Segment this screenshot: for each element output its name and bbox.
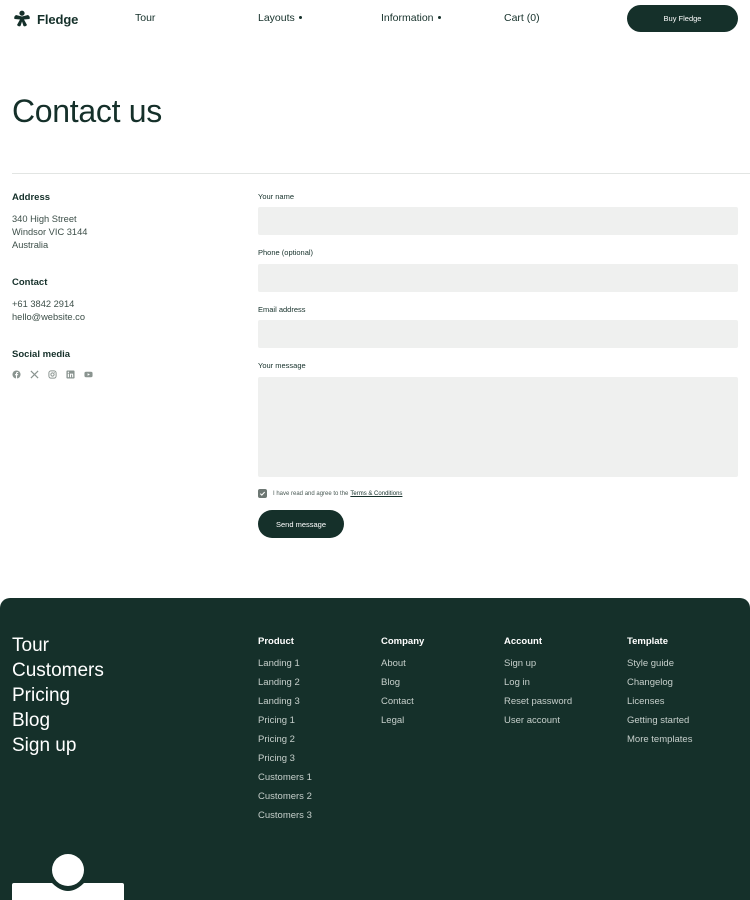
dropdown-dot-icon (437, 15, 441, 19)
footer-link[interactable]: Reset password (504, 692, 572, 711)
footer-link-tour[interactable]: Tour (12, 633, 104, 658)
footer-column-heading: Product (258, 636, 294, 647)
check-icon (259, 491, 266, 496)
message-textarea[interactable] (258, 377, 738, 477)
fledge-logo-icon (12, 9, 32, 29)
send-message-button[interactable]: Send message (258, 510, 344, 538)
buy-fledge-button[interactable]: Buy Fledge (627, 5, 738, 32)
nav-tour-label: Tour (135, 12, 156, 24)
send-message-label: Send message (275, 519, 327, 529)
agree-label: I have read and agree to the (273, 490, 349, 497)
fledge-large-logo-icon (12, 854, 124, 900)
social-links (12, 370, 93, 379)
footer-link[interactable]: Log in (504, 673, 572, 692)
email-label: Email address (258, 305, 306, 314)
x-icon[interactable] (30, 370, 39, 379)
message-label: Your message (258, 361, 306, 370)
address-line: 340 High Street (12, 214, 77, 224)
dropdown-dot-icon (298, 15, 302, 19)
nav-cart-label: Cart (0) (504, 12, 540, 24)
footer-link[interactable]: Style guide (627, 654, 692, 673)
address-line: Australia (12, 240, 49, 250)
name-label: Your name (258, 192, 294, 201)
facebook-icon[interactable] (12, 370, 21, 379)
social-heading: Social media (12, 349, 71, 360)
footer-link[interactable]: More templates (627, 730, 692, 749)
contact-text: +61 3842 2914 hello@website.co (12, 298, 85, 324)
phone-label: Phone (optional) (258, 248, 314, 257)
email-input[interactable] (258, 320, 738, 348)
agree-text: I have read and agree to the Terms & Cond… (273, 491, 402, 497)
footer-link[interactable]: User account (504, 711, 572, 730)
footer-link[interactable]: About (381, 654, 424, 673)
footer-link[interactable]: Landing 3 (258, 692, 312, 711)
footer-link[interactable]: Customers 3 (258, 806, 312, 825)
site-header: Fledge Tour Layouts Information Cart (0)… (0, 0, 750, 38)
page-title: Contact us (12, 93, 162, 129)
footer-column-heading: Company (381, 636, 425, 647)
name-input[interactable] (258, 207, 738, 235)
phone-input[interactable] (258, 264, 738, 292)
nav-information-label: Information (381, 12, 434, 24)
nav-information[interactable]: Information (381, 12, 441, 24)
footer-primary-links: Tour Customers Pricing Blog Sign up (12, 633, 104, 758)
footer-link[interactable]: Customers 2 (258, 787, 312, 806)
footer-link[interactable]: Pricing 1 (258, 711, 312, 730)
footer-link-customers[interactable]: Customers (12, 658, 104, 683)
buy-fledge-label: Buy Fledge (663, 14, 702, 23)
nav-layouts-label: Layouts (258, 12, 295, 24)
footer-link[interactable]: Getting started (627, 711, 692, 730)
youtube-icon[interactable] (84, 370, 93, 379)
footer-link[interactable]: Landing 2 (258, 673, 312, 692)
footer-link-signup[interactable]: Sign up (12, 733, 104, 758)
footer-link[interactable]: Customers 1 (258, 768, 312, 787)
footer-link[interactable]: Pricing 3 (258, 749, 312, 768)
footer-column-template: Template Style guide Changelog Licenses … (627, 635, 692, 749)
footer-link[interactable]: Licenses (627, 692, 692, 711)
instagram-icon[interactable] (48, 370, 57, 379)
address-text: 340 High Street Windsor VIC 3144 Austral… (12, 213, 87, 252)
footer-column-company: Company About Blog Contact Legal (381, 635, 424, 730)
nav-layouts[interactable]: Layouts (258, 12, 302, 24)
linkedin-icon[interactable] (66, 370, 75, 379)
terms-agreement: I have read and agree to the Terms & Cond… (258, 489, 402, 498)
footer-link[interactable]: Landing 1 (258, 654, 312, 673)
site-footer: Tour Customers Pricing Blog Sign up Prod… (0, 598, 750, 900)
footer-link[interactable]: Blog (381, 673, 424, 692)
footer-link[interactable]: Legal (381, 711, 424, 730)
footer-column-heading: Template (627, 636, 669, 647)
contact-phone[interactable]: +61 3842 2914 (12, 298, 85, 311)
brand-logo[interactable]: Fledge (12, 9, 78, 29)
agree-checkbox[interactable] (258, 489, 267, 498)
footer-link-blog[interactable]: Blog (12, 708, 104, 733)
contact-heading: Contact (12, 277, 48, 288)
nav-cart[interactable]: Cart (0) (504, 12, 540, 24)
nav-tour[interactable]: Tour (135, 12, 155, 24)
address-line: Windsor VIC 3144 (12, 227, 88, 237)
address-heading: Address (12, 192, 51, 203)
terms-link[interactable]: Terms & Conditions (350, 491, 402, 497)
footer-column-product: Product Landing 1 Landing 2 Landing 3 Pr… (258, 635, 312, 825)
contact-email[interactable]: hello@website.co (12, 311, 85, 324)
footer-column-account: Account Sign up Log in Reset password Us… (504, 635, 572, 730)
footer-link[interactable]: Contact (381, 692, 424, 711)
footer-link[interactable]: Pricing 2 (258, 730, 312, 749)
section-divider (12, 173, 750, 174)
footer-link[interactable]: Sign up (504, 654, 572, 673)
brand-name: Fledge (37, 11, 79, 27)
footer-column-heading: Account (504, 636, 542, 647)
footer-link[interactable]: Changelog (627, 673, 692, 692)
footer-link-pricing[interactable]: Pricing (12, 683, 104, 708)
